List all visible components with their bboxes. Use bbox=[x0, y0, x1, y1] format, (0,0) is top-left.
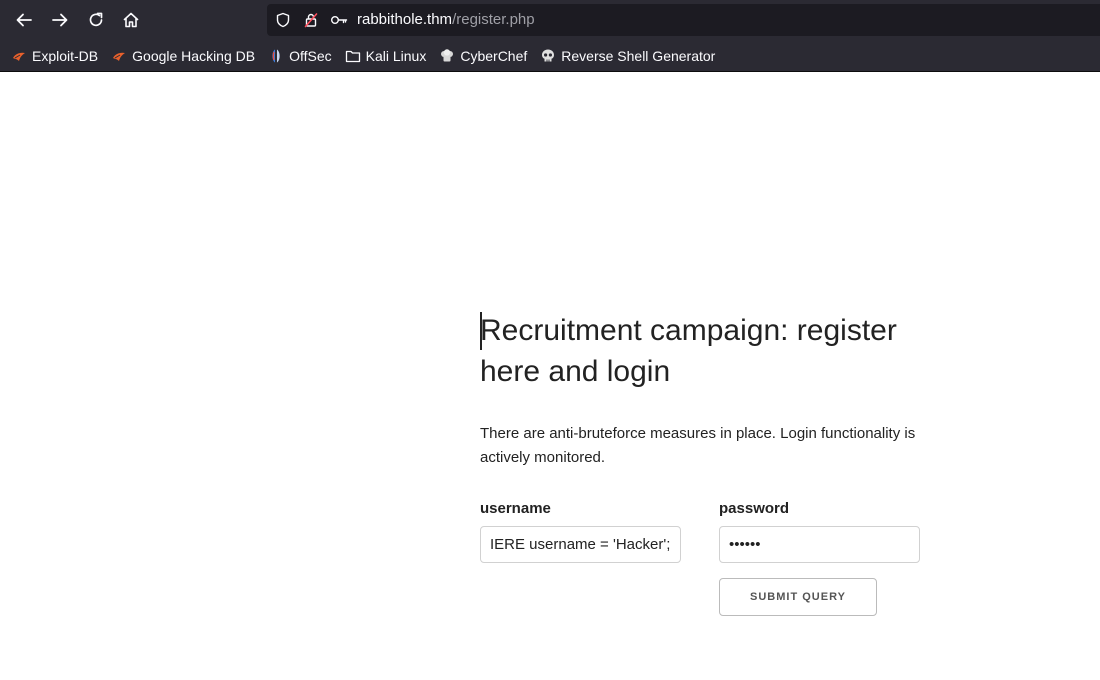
bookmark-label: CyberChef bbox=[460, 47, 528, 64]
arrow-left-icon bbox=[16, 13, 32, 27]
bookmark-exploit-db[interactable]: Exploit-DB bbox=[11, 48, 98, 64]
exploit-db-icon bbox=[11, 48, 27, 64]
url-host: rabbithole.thm bbox=[357, 11, 453, 28]
bookmark-label: Google Hacking DB bbox=[132, 47, 256, 64]
bookmark-google-hacking-db[interactable]: Google Hacking DB bbox=[111, 48, 255, 64]
web-page: Recruitment campaign: register here and … bbox=[0, 72, 1100, 680]
bookmark-label: Reverse Shell Generator bbox=[561, 47, 716, 64]
password-input[interactable] bbox=[719, 526, 920, 563]
url-text[interactable]: rabbithole.thm/register.php bbox=[357, 11, 535, 29]
username-field-group: username bbox=[480, 500, 719, 616]
bookmark-label: Kali Linux bbox=[365, 47, 427, 64]
bookmark-cyberchef[interactable]: CyberChef bbox=[439, 48, 527, 64]
skull-icon bbox=[540, 48, 556, 64]
url-path: /register.php bbox=[452, 11, 535, 28]
shield-icon[interactable] bbox=[275, 12, 291, 28]
bookmark-reverse-shell-generator[interactable]: Reverse Shell Generator bbox=[540, 48, 715, 64]
page-title-text: Recruitment campaign: register here and … bbox=[480, 314, 897, 388]
key-icon[interactable] bbox=[330, 12, 348, 28]
username-input[interactable] bbox=[480, 526, 681, 563]
offsec-icon bbox=[268, 48, 284, 64]
navigation-toolbar: rabbithole.thm/register.php bbox=[0, 0, 1100, 40]
username-label: username bbox=[480, 500, 551, 517]
bookmark-label: Exploit-DB bbox=[32, 47, 99, 64]
arrow-right-icon bbox=[52, 13, 68, 27]
register-form: username password Submit Query bbox=[480, 500, 960, 616]
password-label: password bbox=[719, 500, 790, 517]
reload-button[interactable] bbox=[84, 8, 108, 32]
home-button[interactable] bbox=[119, 8, 143, 32]
bookmarks-toolbar: Exploit-DB Google Hacking DB OffSec Kali… bbox=[0, 40, 1100, 72]
chef-hat-icon bbox=[439, 48, 455, 64]
bookmark-label: OffSec bbox=[289, 47, 332, 64]
reload-icon bbox=[89, 12, 103, 27]
url-bar[interactable]: rabbithole.thm/register.php bbox=[267, 4, 1100, 36]
browser-chrome: rabbithole.thm/register.php Exploit-DB G… bbox=[0, 0, 1100, 72]
bookmark-kali-linux[interactable]: Kali Linux bbox=[345, 47, 427, 64]
ghdb-icon bbox=[111, 48, 127, 64]
page-title: Recruitment campaign: register here and … bbox=[480, 310, 960, 392]
home-icon bbox=[123, 12, 139, 28]
back-button[interactable] bbox=[12, 8, 36, 32]
submit-query-button[interactable]: Submit Query bbox=[719, 578, 877, 616]
forward-button[interactable] bbox=[48, 8, 72, 32]
text-caret bbox=[480, 312, 482, 350]
bruteforce-notice: There are anti-bruteforce measures in pl… bbox=[480, 425, 916, 466]
insecure-lock-icon[interactable] bbox=[303, 12, 319, 28]
bookmark-offsec[interactable]: OffSec bbox=[268, 48, 332, 64]
password-field-group: password Submit Query bbox=[719, 500, 958, 616]
register-container: Recruitment campaign: register here and … bbox=[480, 310, 960, 616]
folder-icon bbox=[345, 48, 361, 64]
